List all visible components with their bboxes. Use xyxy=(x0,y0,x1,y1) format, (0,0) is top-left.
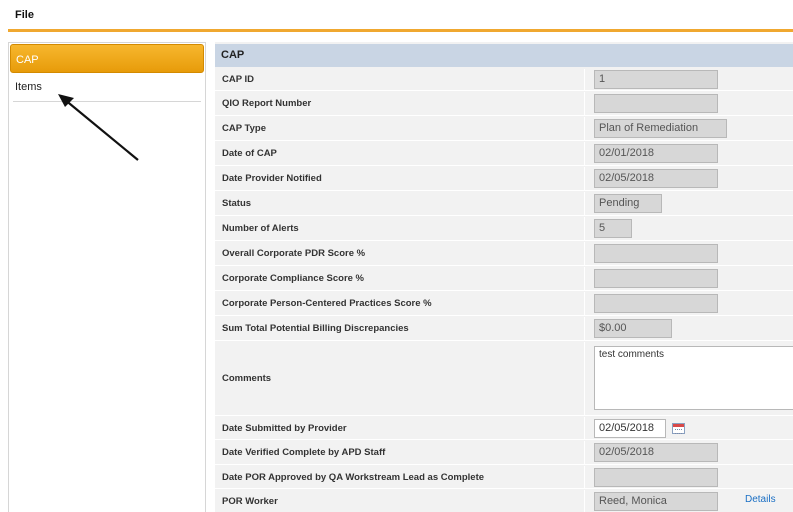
row-date-of-cap: Date of CAP 02/01/2018 xyxy=(215,142,793,166)
field-label: Date Verified Complete by APD Staff xyxy=(215,441,585,464)
field-label: CAP Type xyxy=(215,117,585,140)
row-status: Status Pending xyxy=(215,192,793,216)
number-of-alerts-field: 5 xyxy=(594,219,632,238)
row-overall-pdr-score: Overall Corporate PDR Score % xyxy=(215,242,793,266)
details-link[interactable]: Details xyxy=(745,494,776,505)
date-provider-notified-field: 02/05/2018 xyxy=(594,169,718,188)
row-billing-discrepancies: Sum Total Potential Billing Discrepancie… xyxy=(215,317,793,341)
field-label: POR Worker xyxy=(215,490,585,512)
menu-divider xyxy=(8,29,793,32)
menu-bar: File xyxy=(0,0,793,32)
panel-title: CAP xyxy=(215,44,793,67)
row-date-verified-complete: Date Verified Complete by APD Staff 02/0… xyxy=(215,441,793,465)
field-label: Date of CAP xyxy=(215,142,585,165)
field-label: Overall Corporate PDR Score % xyxy=(215,242,585,265)
cap-id-field: 1 xyxy=(594,70,718,89)
menu-file[interactable]: File xyxy=(15,9,34,21)
field-label: Number of Alerts xyxy=(215,217,585,240)
field-label: Comments xyxy=(215,342,585,415)
date-por-approved-field xyxy=(594,468,718,487)
por-worker-field: Reed, Monica xyxy=(594,492,718,511)
sidebar-item-cap[interactable]: CAP xyxy=(10,44,204,73)
row-date-por-approved: Date POR Approved by QA Workstream Lead … xyxy=(215,466,793,489)
date-submitted-input[interactable]: 02/05/2018 xyxy=(594,419,666,438)
billing-discrepancies-field: $0.00 xyxy=(594,319,672,338)
cap-panel: CAP CAP ID 1 QIO Report Number CAP Type … xyxy=(215,42,793,512)
field-label: QIO Report Number xyxy=(215,92,585,115)
field-label: Sum Total Potential Billing Discrepancie… xyxy=(215,317,585,340)
row-date-provider-notified: Date Provider Notified 02/05/2018 xyxy=(215,167,793,191)
row-corporate-compliance-score: Corporate Compliance Score % xyxy=(215,267,793,291)
row-date-submitted-by-provider: Date Submitted by Provider 02/05/2018 xyxy=(215,417,793,440)
field-label: Corporate Compliance Score % xyxy=(215,267,585,290)
cap-type-field: Plan of Remediation xyxy=(594,119,727,138)
row-cap-id: CAP ID 1 xyxy=(215,69,793,91)
row-comments: Comments test comments xyxy=(215,342,793,416)
field-label: Date POR Approved by QA Workstream Lead … xyxy=(215,466,585,488)
calendar-icon[interactable] xyxy=(672,423,685,434)
comments-textarea[interactable]: test comments xyxy=(594,346,793,410)
overall-pdr-score-field xyxy=(594,244,718,263)
row-por-worker: POR Worker Reed, Monica Details xyxy=(215,490,793,512)
field-label: CAP ID xyxy=(215,69,585,90)
date-verified-field: 02/05/2018 xyxy=(594,443,718,462)
field-label: Status xyxy=(215,192,585,215)
row-number-of-alerts: Number of Alerts 5 xyxy=(215,217,793,241)
status-field: Pending xyxy=(594,194,662,213)
row-cap-type: CAP Type Plan of Remediation xyxy=(215,117,793,141)
field-label: Date Submitted by Provider xyxy=(215,417,585,439)
row-qio-report-number: QIO Report Number xyxy=(215,92,793,116)
field-label: Corporate Person-Centered Practices Scor… xyxy=(215,292,585,315)
person-centered-score-field xyxy=(594,294,718,313)
field-label: Date Provider Notified xyxy=(215,167,585,190)
date-of-cap-field: 02/01/2018 xyxy=(594,144,718,163)
qio-report-number-field xyxy=(594,94,718,113)
arrow-annotation-icon xyxy=(58,94,139,161)
corporate-compliance-score-field xyxy=(594,269,718,288)
row-person-centered-score: Corporate Person-Centered Practices Scor… xyxy=(215,292,793,316)
